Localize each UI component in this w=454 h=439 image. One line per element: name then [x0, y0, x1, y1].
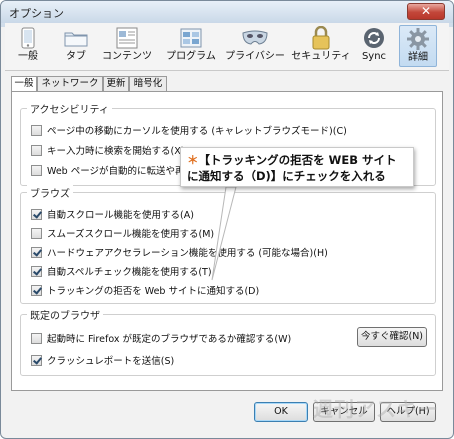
toolbar-label: コンテンツ — [102, 51, 152, 62]
toolbar-label: 一般 — [18, 51, 38, 62]
programs-icon — [180, 28, 202, 48]
checkbox-caret-browsing[interactable]: ページ中の移動にカーソルを使用する (キャレットブラウズモード)(C) — [31, 123, 347, 137]
checkbox-crash-report[interactable]: クラッシュレポートを送信(S) — [31, 353, 174, 367]
checkbox-autoscroll[interactable]: 自動スクロール機能を使用する(A) — [31, 207, 194, 221]
toolbar-security[interactable]: セキュリティ — [291, 25, 351, 67]
general-panel: アクセシビリティ ページ中の移動にカーソルを使用する (キャレットブラウズモード… — [11, 91, 443, 391]
toolbar-content[interactable]: コンテンツ — [101, 25, 153, 67]
subtab-encryption[interactable]: 暗号化 — [129, 76, 167, 92]
toolbar-privacy[interactable]: プライバシー — [225, 25, 285, 67]
default-browser-group: 既定のブラウザ 起動時に Firefox が既定のブラウザであるか確認する(W)… — [20, 307, 436, 376]
sync-arrows-icon — [364, 28, 384, 48]
toolbar-label: セキュリティ — [291, 51, 351, 62]
padlock-icon — [312, 26, 330, 50]
subtab-network[interactable]: ネットワーク — [37, 76, 103, 92]
checkbox[interactable] — [31, 246, 42, 258]
watermark-logo: 週刊アスキー — [313, 397, 439, 421]
group-title: アクセシビリティ — [27, 101, 112, 116]
checkbox-redirect-warning[interactable]: Web ページが自動的に転送や再 — [31, 163, 185, 177]
browse-group: ブラウズ 自動スクロール機能を使用する(A) スムーズスクロール機能を使用する(… — [20, 185, 436, 304]
checkbox[interactable] — [31, 284, 42, 296]
checkbox[interactable] — [31, 227, 42, 239]
toolbar-label: タブ — [66, 51, 86, 62]
checkbox[interactable] — [31, 164, 42, 176]
checkbox-search-on-type[interactable]: キー入力時に検索を開始する(X) — [31, 143, 184, 157]
checkbox[interactable] — [31, 354, 42, 366]
subtab-update[interactable]: 更新 — [103, 76, 129, 92]
toolbar-programs[interactable]: プログラム — [165, 25, 217, 67]
checkbox-hardware-acceleration[interactable]: ハードウェアアクセラレーション機能を使用する (可能な場合)(H) — [31, 245, 328, 259]
checkbox[interactable] — [31, 144, 42, 156]
annotation-callout: ＊【トラッキングの拒否を WEB サイト に通知する（D)】にチェックを入れる — [180, 147, 414, 187]
checkbox-spellcheck[interactable]: 自動スペルチェック機能を使用する(T) — [31, 264, 212, 278]
gear-icon — [407, 28, 429, 50]
toolbar-label: Sync — [361, 51, 387, 62]
callout-line2: に通知する（D)】にチェックを入れる — [187, 169, 386, 183]
checkbox[interactable] — [31, 332, 42, 344]
checkbox[interactable] — [31, 208, 42, 220]
options-toolbar: 一般 タブ コンテンツ プログラム プライバシー セキュリティ Sync 詳細 — [5, 23, 449, 71]
checkbox[interactable] — [31, 124, 42, 136]
toolbar-general[interactable]: 一般 — [11, 25, 45, 67]
group-title: 既定のブラウザ — [27, 307, 103, 322]
content-page-icon — [116, 27, 138, 49]
checkbox-check-default[interactable]: 起動時に Firefox が既定のブラウザであるか確認する(W) — [31, 331, 291, 345]
title-bar: オプション ✕ — [1, 1, 453, 23]
callout-line1: 【トラッキングの拒否を WEB サイト — [198, 153, 397, 167]
folder-tabs-icon — [64, 32, 88, 47]
toolbar-tabs[interactable]: タブ — [57, 25, 95, 67]
toolbar-advanced[interactable]: 詳細 — [399, 25, 437, 67]
ok-button[interactable]: OK — [254, 402, 308, 422]
window-title: オプション — [9, 7, 64, 20]
check-now-button[interactable]: 今すぐ確認(N) — [357, 327, 427, 347]
group-title: ブラウズ — [27, 185, 73, 200]
mask-icon — [242, 30, 268, 45]
toolbar-label: プログラム — [166, 51, 216, 62]
phone-page-icon — [21, 27, 35, 49]
toolbar-label: プライバシー — [225, 51, 285, 62]
toolbar-sync[interactable]: Sync — [357, 25, 391, 67]
toolbar-label: 詳細 — [408, 52, 428, 63]
checkbox-do-not-track[interactable]: トラッキングの拒否を Web サイトに通知する(D) — [31, 283, 259, 297]
callout-mark: ＊ — [187, 153, 199, 167]
checkbox[interactable] — [31, 265, 42, 277]
checkbox-smooth-scroll[interactable]: スムーズスクロール機能を使用する(M) — [31, 226, 214, 240]
close-button[interactable]: ✕ — [407, 3, 445, 20]
options-window: オプション ✕ 一般 タブ コンテンツ プログラム プライバシー セキュリティ — [0, 0, 454, 439]
